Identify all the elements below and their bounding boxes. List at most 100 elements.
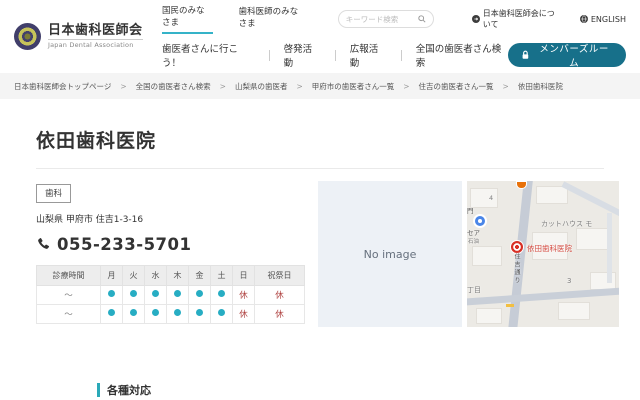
map-label-frag3: 石油: [468, 237, 479, 245]
open-dot-icon: [218, 309, 225, 316]
schedule-open-cell: [101, 285, 123, 304]
map-label-4: 4: [489, 194, 493, 202]
english-link-label: ENGLISH: [591, 15, 626, 24]
schedule-header-cell: 水: [145, 265, 167, 285]
open-dot-icon: [174, 309, 181, 316]
clinic-details: 歯科 山梨県 甲府市 住吉1-3-16 055-233-5701 診療時間月火水…: [36, 181, 310, 327]
schedule-open-cell: [189, 285, 211, 304]
map-marker-icon: [511, 241, 523, 253]
phone-number[interactable]: 055-233-5701: [57, 235, 192, 254]
header-right: 国民のみなさま 歯科医師のみなさま 日本歯科医師会について: [150, 4, 626, 69]
map-marker-label: 依田歯科医院: [527, 243, 572, 254]
breadcrumb-separator: >: [220, 82, 226, 91]
schedule-time-cell: ～: [37, 304, 101, 323]
schedule-open-cell: [167, 285, 189, 304]
globe-icon: [580, 15, 588, 23]
section-accent-bar: [97, 383, 100, 397]
schedule-body: ～ 休休 ～ 休休: [37, 285, 305, 323]
open-dot-icon: [130, 290, 137, 297]
open-dot-icon: [174, 290, 181, 297]
breadcrumb-item[interactable]: 山梨県の歯医者: [235, 81, 288, 92]
open-dot-icon: [108, 309, 115, 316]
map-thumbnail[interactable]: 4 門 セア 石油 カットハウス モ 依田歯科医院 住吉通り 3 丁目: [467, 181, 619, 327]
header-top-row: 国民のみなさま 歯科医師のみなさま 日本歯科医師会について: [162, 4, 626, 34]
tab-dentists[interactable]: 歯科医師のみなさま: [239, 5, 304, 33]
schedule-open-cell: [101, 304, 123, 323]
map-building: [477, 309, 501, 323]
schedule-header-cell: 月: [101, 265, 123, 285]
clinic-info-row: 歯科 山梨県 甲府市 住吉1-3-16 055-233-5701 診療時間月火水…: [36, 181, 604, 327]
open-dot-icon: [152, 290, 159, 297]
about-link[interactable]: 日本歯科医師会について: [472, 8, 556, 30]
schedule-table: 診療時間月火水木金土日祝祭日 ～ 休休 ～ 休休: [36, 265, 305, 324]
main-nav: 歯医者さんに行こう！ 啓発活動 広報活動 全国の歯医者さん検索: [162, 41, 508, 69]
map-label-chome: 丁目: [467, 285, 481, 295]
schedule-closed-cell: 休: [255, 285, 305, 304]
logo-title: 日本歯科医師会: [48, 24, 143, 39]
open-dot-icon: [196, 309, 203, 316]
schedule-header-cell: 火: [123, 265, 145, 285]
search-input[interactable]: [346, 15, 418, 24]
open-dot-icon: [196, 290, 203, 297]
schedule-open-cell: [189, 304, 211, 323]
page-title: 依田歯科医院: [36, 126, 604, 169]
schedule-header-row: 診療時間月火水木金土日祝祭日: [37, 265, 305, 285]
site-logo[interactable]: 日本歯科医師会 Japan Dental Association: [14, 23, 150, 50]
map-road: [467, 287, 619, 306]
open-dot-icon: [152, 309, 159, 316]
nav-item[interactable]: 広報活動: [350, 41, 387, 69]
site-header: 日本歯科医師会 Japan Dental Association 国民のみなさま…: [0, 0, 640, 73]
lock-icon: [521, 50, 530, 60]
breadcrumb-item[interactable]: 依田歯科医院: [518, 81, 563, 92]
nav-item[interactable]: 啓発活動: [284, 41, 321, 69]
map-label-3: 3: [567, 277, 571, 285]
schedule-closed-cell: 休: [233, 304, 255, 323]
header-nav-row: 歯医者さんに行こう！ 啓発活動 広報活動 全国の歯医者さん検索 メンバーズルーム: [162, 41, 626, 69]
map-street-label: 住吉通り: [512, 253, 521, 285]
schedule-closed-cell: 休: [255, 304, 305, 323]
map-label-frag1: 門: [467, 205, 474, 215]
main-content: 依田歯科医院 歯科 山梨県 甲府市 住吉1-3-16 055-233-5701 …: [0, 126, 640, 400]
no-image-label: No image: [364, 248, 417, 261]
schedule-time-cell: ～: [37, 285, 101, 304]
phone-row: 055-233-5701: [36, 235, 310, 254]
breadcrumb-item[interactable]: 住吉の歯医者さん一覧: [419, 81, 494, 92]
schedule-closed-cell: 休: [233, 285, 255, 304]
nav-item[interactable]: 歯医者さんに行こう！: [162, 41, 255, 69]
english-link[interactable]: ENGLISH: [580, 15, 626, 24]
breadcrumb-item[interactable]: 全国の歯医者さん検索: [136, 81, 211, 92]
schedule-open-cell: [211, 304, 233, 323]
clinic-photo-placeholder: No image: [318, 181, 462, 327]
jda-emblem-icon: [14, 23, 41, 50]
map-label-frag2: セア: [467, 227, 480, 237]
clinic-address: 山梨県 甲府市 住吉1-3-16: [36, 212, 310, 225]
schedule-row: ～ 休休: [37, 304, 305, 323]
about-link-label: 日本歯科医師会について: [483, 8, 556, 30]
map-label-shop: カットハウス モ: [541, 219, 592, 229]
schedule-header-cell: 日: [233, 265, 255, 285]
breadcrumb-item[interactable]: 日本歯科医師会トップページ: [14, 81, 111, 92]
schedule-open-cell: [211, 285, 233, 304]
map-poi-blue-icon: [473, 214, 487, 228]
members-room-button[interactable]: メンバーズルーム: [508, 43, 626, 67]
keyword-search-box[interactable]: [338, 10, 434, 28]
schedule-open-cell: [167, 304, 189, 323]
schedule-open-cell: [145, 304, 167, 323]
breadcrumb-separator: >: [503, 82, 509, 91]
members-room-label: メンバーズルーム: [535, 41, 613, 69]
schedule-open-cell: [145, 285, 167, 304]
nav-item[interactable]: 全国の歯医者さん検索: [416, 41, 509, 69]
section-title: 各種対応: [107, 382, 151, 398]
logo-text: 日本歯科医師会 Japan Dental Association: [48, 24, 143, 50]
phone-icon: [36, 237, 50, 251]
tab-citizens[interactable]: 国民のみなさま: [162, 4, 213, 34]
breadcrumb-item[interactable]: 甲府市の歯医者さん一覧: [312, 81, 395, 92]
schedule-open-cell: [123, 304, 145, 323]
breadcrumb-separator: >: [296, 82, 302, 91]
breadcrumb-separator: >: [120, 82, 126, 91]
open-dot-icon: [108, 290, 115, 297]
nav-separator: [401, 50, 402, 61]
breadcrumb-separator: >: [403, 82, 409, 91]
schedule-header-cell: 土: [211, 265, 233, 285]
map-traffic-mark: [506, 304, 514, 307]
